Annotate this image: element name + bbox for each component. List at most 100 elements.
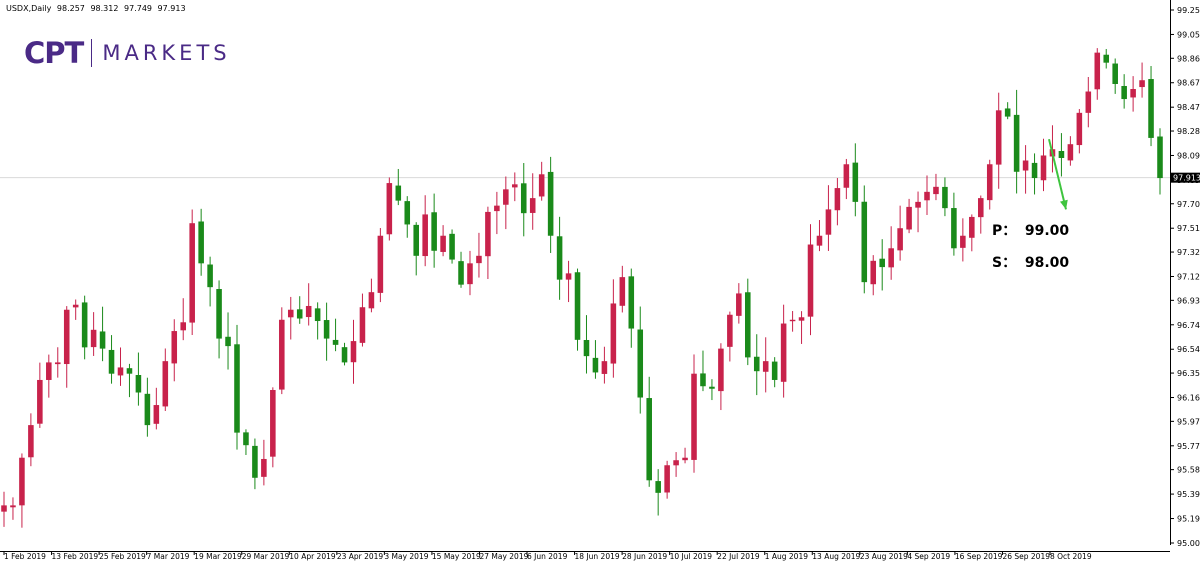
candle-body <box>727 314 733 347</box>
candle-body <box>924 191 930 201</box>
y-tick-label: 98.670 <box>1177 79 1200 88</box>
candle-body <box>368 292 375 309</box>
candle-body <box>332 339 339 345</box>
candle-body <box>28 425 34 458</box>
candle-body <box>252 445 258 478</box>
x-tick-label: 26 Sep 2019 <box>1002 552 1050 561</box>
candle-body <box>359 307 366 343</box>
candle-body <box>305 305 312 318</box>
candle-body <box>485 211 491 257</box>
candle-body <box>753 356 760 372</box>
candle-body <box>1022 160 1029 171</box>
y-tick-label: 95.195 <box>1177 515 1200 524</box>
candle-body <box>637 329 644 398</box>
candle-body <box>646 398 652 481</box>
y-tick-label: 95.970 <box>1177 417 1200 426</box>
candle-body <box>54 362 61 365</box>
candle-body <box>718 348 724 392</box>
candle-body <box>243 432 249 446</box>
candle-body <box>655 481 661 493</box>
candle-body <box>1004 108 1011 117</box>
candle-body <box>198 221 204 264</box>
candle-body <box>395 185 402 201</box>
candle-body <box>1 505 7 512</box>
y-tick-label: 99.055 <box>1177 30 1200 39</box>
candle-body <box>440 235 446 252</box>
candle-body <box>341 347 348 363</box>
candle-body <box>664 465 670 493</box>
candle-body <box>565 273 572 280</box>
candle-body <box>825 209 832 235</box>
candle-body <box>162 361 169 407</box>
candle-body <box>46 362 52 380</box>
candle-body <box>1112 63 1118 84</box>
candle-body <box>270 389 276 457</box>
candle-body <box>296 309 303 319</box>
x-tick-label: 16 Sep 2019 <box>955 552 1003 561</box>
candle-body <box>933 186 939 195</box>
candle-body <box>386 183 393 235</box>
support-annotation: S： 98.00 <box>992 252 1069 272</box>
candle-body <box>986 164 993 201</box>
y-tick-label: 96.160 <box>1177 394 1200 403</box>
candle-body <box>682 457 688 461</box>
candle-body <box>951 208 957 249</box>
candle-body <box>861 201 868 283</box>
candle-body <box>628 276 635 329</box>
candle-body <box>10 505 16 508</box>
x-tick-label: 28 Jun 2019 <box>622 552 667 561</box>
x-tick-label: 23 Apr 2019 <box>337 552 384 561</box>
candle-body <box>977 198 984 218</box>
y-tick-label: 98.090 <box>1177 151 1200 160</box>
candle-body <box>879 258 885 268</box>
target-arrow-layer <box>1048 138 1068 210</box>
candle-body <box>601 361 608 374</box>
candle-body <box>512 184 518 188</box>
candle-body <box>19 457 25 506</box>
candle-body <box>81 302 88 348</box>
candle-body <box>798 317 805 321</box>
x-tick-label: 6 Jun 2019 <box>527 552 568 561</box>
x-tick-label: 27 May 2019 <box>479 552 528 561</box>
candle-body <box>458 261 464 285</box>
candle-body <box>279 319 285 390</box>
x-tick-label: 1 Feb 2019 <box>4 552 46 561</box>
x-tick-label: 1 Aug 2019 <box>765 552 808 561</box>
y-tick-label: 98.475 <box>1177 103 1200 112</box>
low-value: 97.749 <box>124 4 152 13</box>
candle-body <box>852 162 859 202</box>
candle-body <box>538 174 545 197</box>
chart-window: 99.250 99.055 98.865 98.670 98.475 98.285 98.0… <box>0 0 1200 562</box>
candle-body <box>592 357 599 373</box>
y-tick-label: 98.865 <box>1177 54 1200 63</box>
candle-body <box>117 367 124 376</box>
candle-body <box>1040 155 1047 181</box>
candle-body <box>736 293 742 316</box>
y-tick-label: 96.545 <box>1177 345 1200 354</box>
candle-body <box>449 233 455 260</box>
high-value: 98.312 <box>90 4 119 13</box>
candle-body <box>834 188 841 211</box>
candle-body <box>843 164 850 188</box>
y-tick-label: 96.935 <box>1177 296 1200 305</box>
candlestick-chart: 99.250 99.055 98.865 98.670 98.475 98.285 98.0… <box>0 0 1200 561</box>
candle-body <box>610 303 617 364</box>
y-tick-label: 95.390 <box>1177 490 1200 499</box>
x-tick-label: 10 Jul 2019 <box>670 552 713 561</box>
candle-body <box>314 308 321 322</box>
brand-logo: CPT MARKETS <box>24 36 231 70</box>
candle-body <box>745 292 751 358</box>
candle-body <box>1013 114 1020 172</box>
candle-body <box>422 214 428 257</box>
y-tick-label: 97.320 <box>1177 248 1200 257</box>
candle-body <box>207 264 213 288</box>
candle-body <box>216 289 222 339</box>
y-tick-label: 95.000 <box>1177 539 1200 548</box>
target-arrow-shaft <box>1048 138 1067 210</box>
candle-body <box>90 329 97 348</box>
candle-body <box>619 277 626 306</box>
candle-body <box>960 235 966 248</box>
candle-body <box>942 186 948 209</box>
candle-body <box>1157 136 1163 179</box>
candle-body <box>350 341 357 363</box>
